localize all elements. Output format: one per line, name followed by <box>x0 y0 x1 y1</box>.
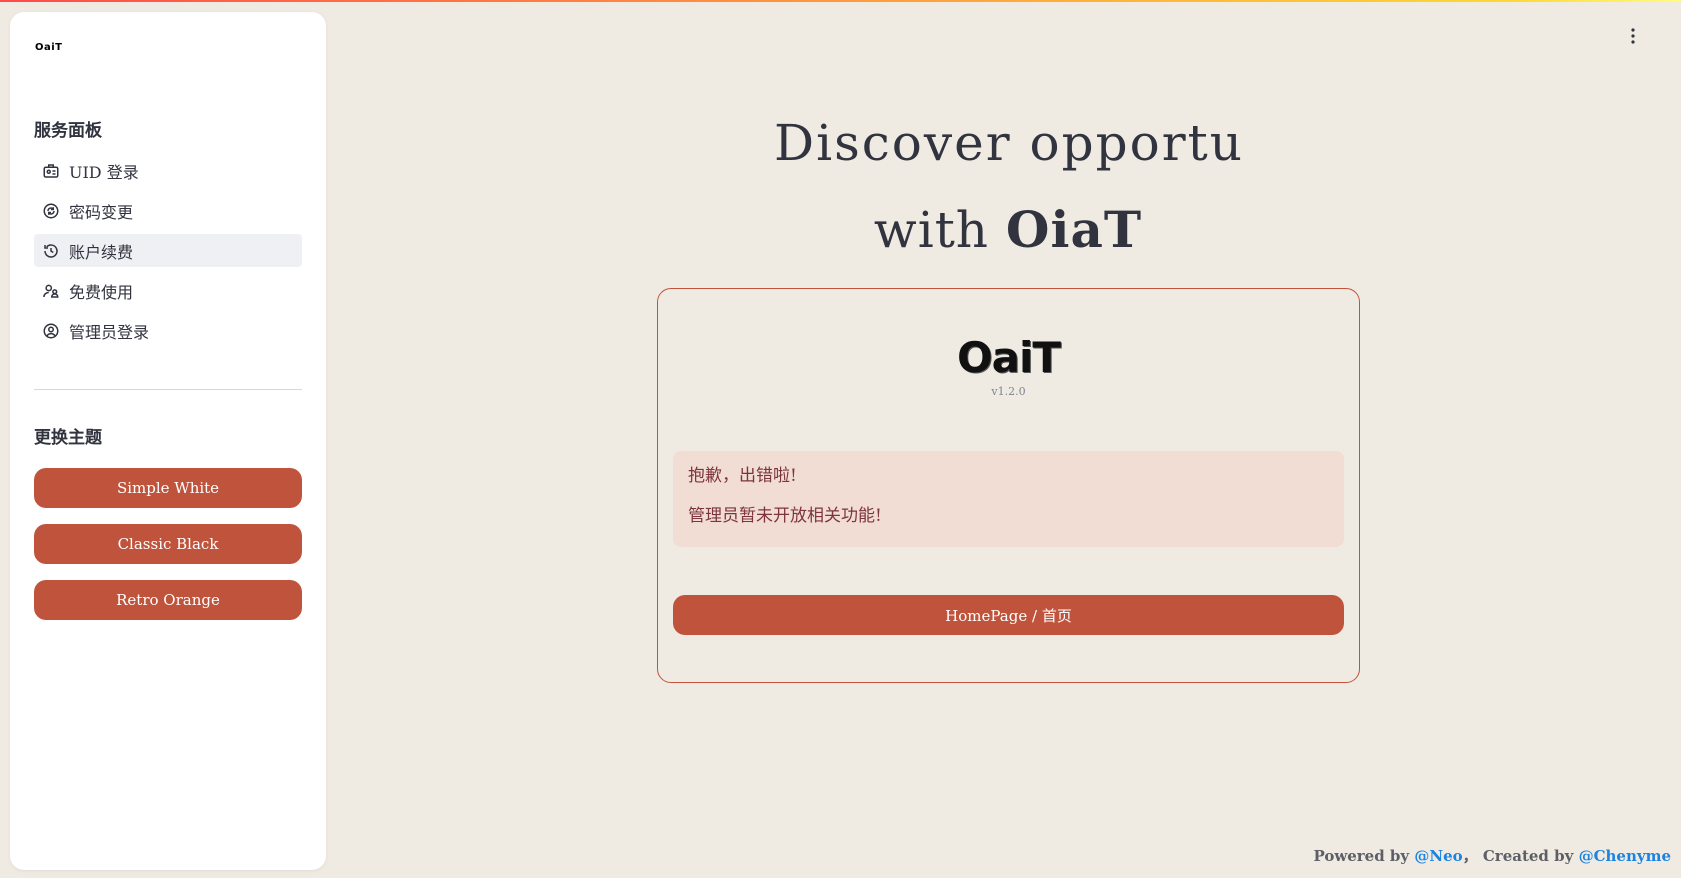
nav-item-free-use[interactable]: 免费使用 <box>34 274 302 307</box>
nav-item-label: 密码变更 <box>69 202 134 222</box>
sidebar-logo: OaiT <box>35 42 63 53</box>
hero-brand: OiaT <box>1005 200 1143 259</box>
version-label: v1.2.0 <box>991 385 1026 398</box>
card-logo: OaiT <box>956 333 1061 382</box>
refresh-key-icon <box>42 202 60 220</box>
error-alert: 抱歉，出错啦! 管理员暂未开放相关功能! <box>673 451 1344 547</box>
account-circle-icon <box>42 322 60 340</box>
more-vertical-icon <box>1631 28 1635 44</box>
nav-item-password-change[interactable]: 密码变更 <box>34 194 302 227</box>
service-nav: UID 登录 密码变更 账户续费 免费使用 管理员登录 <box>34 154 302 354</box>
nav-item-label: 账户续费 <box>69 242 134 262</box>
top-decoration-bar <box>0 0 1681 2</box>
nav-item-label: 管理员登录 <box>69 322 150 342</box>
footer: Powered by @Neo， Created by @Chenyme <box>1313 845 1671 866</box>
theme-simple-white-button[interactable]: Simple White <box>34 468 302 508</box>
theme-classic-black-button[interactable]: Classic Black <box>34 524 302 564</box>
homepage-button[interactable]: HomePage / 首页 <box>673 595 1344 635</box>
chenyme-link[interactable]: @Chenyme <box>1579 847 1671 865</box>
nav-item-admin-login[interactable]: 管理员登录 <box>34 314 302 347</box>
theme-section-title: 更换主题 <box>34 428 102 448</box>
sidebar-divider <box>34 389 302 390</box>
user-group-icon <box>42 282 60 300</box>
created-prefix: ， Created by <box>1462 847 1579 865</box>
alert-title: 抱歉，出错啦! <box>688 466 797 486</box>
powered-prefix: Powered by <box>1313 847 1415 865</box>
neo-link[interactable]: @Neo <box>1414 847 1462 865</box>
history-icon <box>42 242 60 260</box>
hero-subheadline: with OiaT <box>657 200 1359 259</box>
hero-headline: Discover opportu <box>774 114 1244 172</box>
hero-prefix: with <box>873 201 1006 259</box>
nav-item-account-renewal[interactable]: 账户续费 <box>34 234 302 267</box>
nav-item-label: 免费使用 <box>69 282 134 302</box>
error-card: OaiT v1.2.0 抱歉，出错啦! 管理员暂未开放相关功能! HomePag… <box>657 288 1360 683</box>
main-menu-button[interactable] <box>1623 26 1643 46</box>
alert-message: 管理员暂未开放相关功能! <box>688 506 882 526</box>
theme-retro-orange-button[interactable]: Retro Orange <box>34 580 302 620</box>
